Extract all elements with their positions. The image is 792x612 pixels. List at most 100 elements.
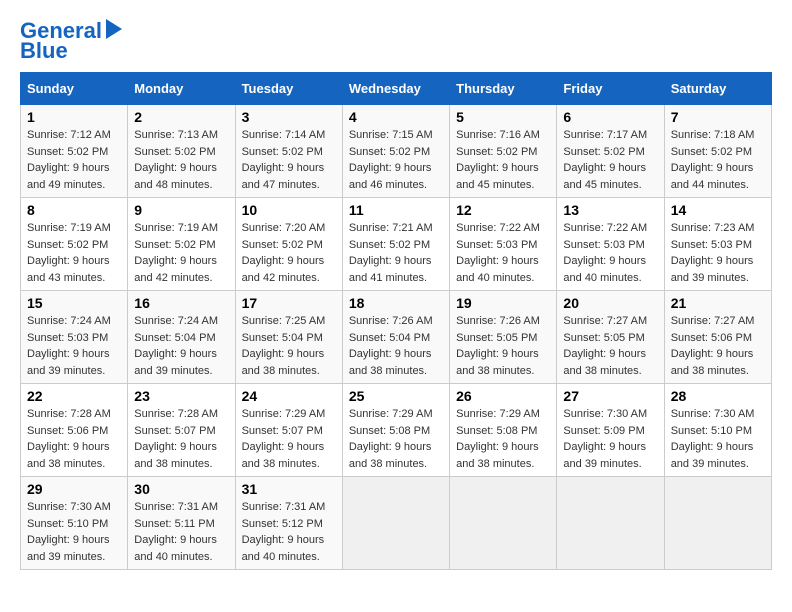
calendar-cell: 18 Sunrise: 7:26 AM Sunset: 5:04 PM Dayl… xyxy=(342,291,449,384)
day-number: 28 xyxy=(671,388,765,404)
calendar-cell: 7 Sunrise: 7:18 AM Sunset: 5:02 PM Dayli… xyxy=(664,105,771,198)
calendar-cell: 13 Sunrise: 7:22 AM Sunset: 5:03 PM Dayl… xyxy=(557,198,664,291)
day-number: 7 xyxy=(671,109,765,125)
day-info: Sunrise: 7:24 AM Sunset: 5:04 PM Dayligh… xyxy=(134,313,228,379)
day-info: Sunrise: 7:30 AM Sunset: 5:09 PM Dayligh… xyxy=(563,406,657,472)
day-number: 24 xyxy=(242,388,336,404)
day-number: 25 xyxy=(349,388,443,404)
day-number: 30 xyxy=(134,481,228,497)
calendar-cell: 28 Sunrise: 7:30 AM Sunset: 5:10 PM Dayl… xyxy=(664,384,771,477)
day-number: 18 xyxy=(349,295,443,311)
col-header-thursday: Thursday xyxy=(450,73,557,105)
calendar-cell: 21 Sunrise: 7:27 AM Sunset: 5:06 PM Dayl… xyxy=(664,291,771,384)
day-number: 12 xyxy=(456,202,550,218)
calendar-cell: 11 Sunrise: 7:21 AM Sunset: 5:02 PM Dayl… xyxy=(342,198,449,291)
day-info: Sunrise: 7:21 AM Sunset: 5:02 PM Dayligh… xyxy=(349,220,443,286)
calendar-cell xyxy=(342,477,449,570)
day-number: 6 xyxy=(563,109,657,125)
day-number: 17 xyxy=(242,295,336,311)
day-info: Sunrise: 7:27 AM Sunset: 5:05 PM Dayligh… xyxy=(563,313,657,379)
day-info: Sunrise: 7:12 AM Sunset: 5:02 PM Dayligh… xyxy=(27,127,121,193)
calendar-cell: 31 Sunrise: 7:31 AM Sunset: 5:12 PM Dayl… xyxy=(235,477,342,570)
col-header-tuesday: Tuesday xyxy=(235,73,342,105)
day-number: 16 xyxy=(134,295,228,311)
day-number: 15 xyxy=(27,295,121,311)
calendar-cell: 15 Sunrise: 7:24 AM Sunset: 5:03 PM Dayl… xyxy=(21,291,128,384)
calendar-cell: 10 Sunrise: 7:20 AM Sunset: 5:02 PM Dayl… xyxy=(235,198,342,291)
logo: General Blue xyxy=(20,20,122,62)
calendar-cell: 20 Sunrise: 7:27 AM Sunset: 5:05 PM Dayl… xyxy=(557,291,664,384)
calendar-cell: 25 Sunrise: 7:29 AM Sunset: 5:08 PM Dayl… xyxy=(342,384,449,477)
col-header-monday: Monday xyxy=(128,73,235,105)
calendar-cell: 1 Sunrise: 7:12 AM Sunset: 5:02 PM Dayli… xyxy=(21,105,128,198)
calendar-cell xyxy=(557,477,664,570)
day-info: Sunrise: 7:30 AM Sunset: 5:10 PM Dayligh… xyxy=(671,406,765,472)
col-header-sunday: Sunday xyxy=(21,73,128,105)
day-info: Sunrise: 7:13 AM Sunset: 5:02 PM Dayligh… xyxy=(134,127,228,193)
calendar-table: SundayMondayTuesdayWednesdayThursdayFrid… xyxy=(20,72,772,570)
calendar-cell: 14 Sunrise: 7:23 AM Sunset: 5:03 PM Dayl… xyxy=(664,198,771,291)
day-number: 9 xyxy=(134,202,228,218)
day-info: Sunrise: 7:17 AM Sunset: 5:02 PM Dayligh… xyxy=(563,127,657,193)
day-info: Sunrise: 7:29 AM Sunset: 5:07 PM Dayligh… xyxy=(242,406,336,472)
calendar-cell: 6 Sunrise: 7:17 AM Sunset: 5:02 PM Dayli… xyxy=(557,105,664,198)
day-info: Sunrise: 7:31 AM Sunset: 5:11 PM Dayligh… xyxy=(134,499,228,565)
day-number: 5 xyxy=(456,109,550,125)
calendar-cell: 9 Sunrise: 7:19 AM Sunset: 5:02 PM Dayli… xyxy=(128,198,235,291)
day-info: Sunrise: 7:29 AM Sunset: 5:08 PM Dayligh… xyxy=(456,406,550,472)
calendar-cell: 30 Sunrise: 7:31 AM Sunset: 5:11 PM Dayl… xyxy=(128,477,235,570)
day-number: 8 xyxy=(27,202,121,218)
day-info: Sunrise: 7:22 AM Sunset: 5:03 PM Dayligh… xyxy=(456,220,550,286)
day-info: Sunrise: 7:25 AM Sunset: 5:04 PM Dayligh… xyxy=(242,313,336,379)
day-number: 2 xyxy=(134,109,228,125)
col-header-saturday: Saturday xyxy=(664,73,771,105)
day-info: Sunrise: 7:28 AM Sunset: 5:07 PM Dayligh… xyxy=(134,406,228,472)
day-info: Sunrise: 7:22 AM Sunset: 5:03 PM Dayligh… xyxy=(563,220,657,286)
page-header: General Blue xyxy=(20,20,772,62)
day-info: Sunrise: 7:24 AM Sunset: 5:03 PM Dayligh… xyxy=(27,313,121,379)
logo-arrow-icon xyxy=(106,19,122,39)
day-info: Sunrise: 7:14 AM Sunset: 5:02 PM Dayligh… xyxy=(242,127,336,193)
day-info: Sunrise: 7:15 AM Sunset: 5:02 PM Dayligh… xyxy=(349,127,443,193)
day-number: 27 xyxy=(563,388,657,404)
day-info: Sunrise: 7:31 AM Sunset: 5:12 PM Dayligh… xyxy=(242,499,336,565)
calendar-cell: 5 Sunrise: 7:16 AM Sunset: 5:02 PM Dayli… xyxy=(450,105,557,198)
logo-blue-text: Blue xyxy=(20,40,68,62)
day-info: Sunrise: 7:23 AM Sunset: 5:03 PM Dayligh… xyxy=(671,220,765,286)
day-number: 23 xyxy=(134,388,228,404)
day-info: Sunrise: 7:26 AM Sunset: 5:04 PM Dayligh… xyxy=(349,313,443,379)
day-info: Sunrise: 7:20 AM Sunset: 5:02 PM Dayligh… xyxy=(242,220,336,286)
calendar-cell: 26 Sunrise: 7:29 AM Sunset: 5:08 PM Dayl… xyxy=(450,384,557,477)
day-number: 21 xyxy=(671,295,765,311)
calendar-cell xyxy=(450,477,557,570)
day-number: 20 xyxy=(563,295,657,311)
day-number: 22 xyxy=(27,388,121,404)
day-info: Sunrise: 7:18 AM Sunset: 5:02 PM Dayligh… xyxy=(671,127,765,193)
calendar-cell: 29 Sunrise: 7:30 AM Sunset: 5:10 PM Dayl… xyxy=(21,477,128,570)
calendar-cell: 22 Sunrise: 7:28 AM Sunset: 5:06 PM Dayl… xyxy=(21,384,128,477)
day-number: 3 xyxy=(242,109,336,125)
col-header-wednesday: Wednesday xyxy=(342,73,449,105)
calendar-cell: 17 Sunrise: 7:25 AM Sunset: 5:04 PM Dayl… xyxy=(235,291,342,384)
calendar-cell: 3 Sunrise: 7:14 AM Sunset: 5:02 PM Dayli… xyxy=(235,105,342,198)
calendar-cell: 27 Sunrise: 7:30 AM Sunset: 5:09 PM Dayl… xyxy=(557,384,664,477)
day-info: Sunrise: 7:16 AM Sunset: 5:02 PM Dayligh… xyxy=(456,127,550,193)
day-number: 4 xyxy=(349,109,443,125)
day-number: 26 xyxy=(456,388,550,404)
calendar-cell: 24 Sunrise: 7:29 AM Sunset: 5:07 PM Dayl… xyxy=(235,384,342,477)
day-number: 14 xyxy=(671,202,765,218)
day-number: 1 xyxy=(27,109,121,125)
col-header-friday: Friday xyxy=(557,73,664,105)
calendar-cell: 12 Sunrise: 7:22 AM Sunset: 5:03 PM Dayl… xyxy=(450,198,557,291)
calendar-cell xyxy=(664,477,771,570)
day-number: 11 xyxy=(349,202,443,218)
calendar-cell: 16 Sunrise: 7:24 AM Sunset: 5:04 PM Dayl… xyxy=(128,291,235,384)
day-info: Sunrise: 7:28 AM Sunset: 5:06 PM Dayligh… xyxy=(27,406,121,472)
day-number: 19 xyxy=(456,295,550,311)
day-info: Sunrise: 7:19 AM Sunset: 5:02 PM Dayligh… xyxy=(134,220,228,286)
calendar-cell: 2 Sunrise: 7:13 AM Sunset: 5:02 PM Dayli… xyxy=(128,105,235,198)
day-number: 13 xyxy=(563,202,657,218)
day-number: 10 xyxy=(242,202,336,218)
day-number: 31 xyxy=(242,481,336,497)
calendar-cell: 8 Sunrise: 7:19 AM Sunset: 5:02 PM Dayli… xyxy=(21,198,128,291)
